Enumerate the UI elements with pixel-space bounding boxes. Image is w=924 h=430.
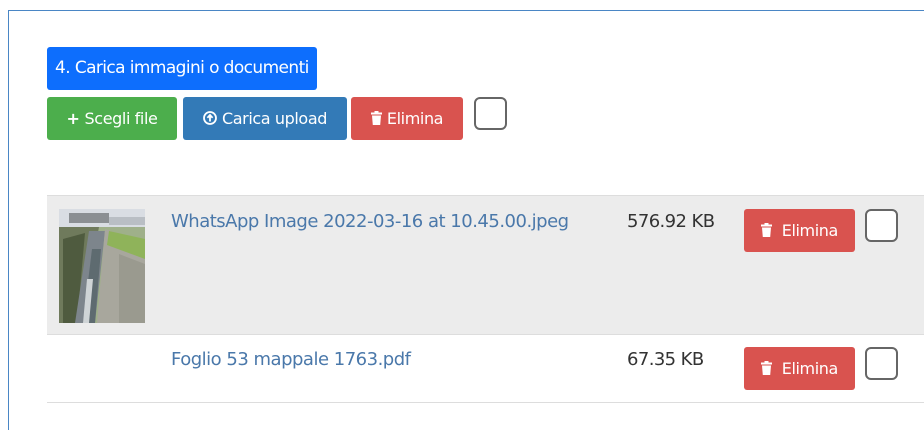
upload-button[interactable]: Carica upload: [183, 97, 347, 140]
delete-file-button[interactable]: Elimina: [744, 347, 855, 390]
delete-file-label: Elimina: [781, 221, 839, 240]
select-all-checkbox[interactable]: [474, 97, 507, 130]
delete-all-label: Elimina: [386, 109, 444, 128]
file-size: 67.35 KB: [627, 349, 704, 370]
delete-file-button[interactable]: Elimina: [744, 209, 855, 252]
section-title: 4. Carica immagini o documenti: [47, 47, 317, 90]
image-thumbnail[interactable]: [59, 209, 145, 323]
file-row: Foglio 53 mappale 1763.pdf 67.35 KB Elim…: [47, 335, 924, 403]
trash-icon: [761, 359, 777, 378]
file-size: 576.92 KB: [627, 211, 715, 232]
file-row: WhatsApp Image 2022-03-16 at 10.45.00.jp…: [47, 195, 924, 335]
upload-label: Carica upload: [222, 109, 327, 128]
upload-circle-icon: [203, 97, 217, 140]
delete-file-label: Elimina: [781, 359, 839, 378]
choose-file-button[interactable]: + Scegli file: [47, 97, 177, 140]
file-select-checkbox[interactable]: [865, 347, 898, 380]
trash-icon: [370, 97, 382, 140]
trash-icon: [761, 221, 777, 240]
file-name-link[interactable]: Foglio 53 mappale 1763.pdf: [171, 349, 411, 370]
choose-file-label: Scegli file: [84, 109, 158, 128]
delete-all-button[interactable]: Elimina: [351, 97, 463, 140]
file-name-link[interactable]: WhatsApp Image 2022-03-16 at 10.45.00.jp…: [171, 211, 569, 232]
file-select-checkbox[interactable]: [865, 209, 898, 242]
plus-icon: +: [66, 109, 80, 128]
